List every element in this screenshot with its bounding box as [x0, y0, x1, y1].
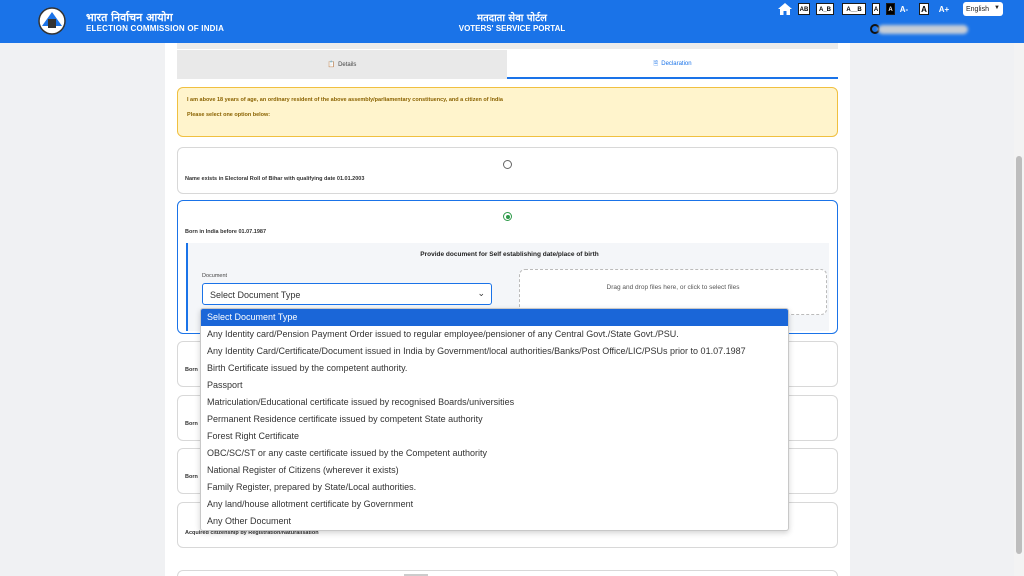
dropdown-option[interactable]: Any Identity card/Pension Payment Order … — [201, 326, 788, 343]
font-reset-button[interactable]: A — [919, 3, 929, 15]
contrast-light-button[interactable]: A — [872, 3, 880, 15]
tab-details-label: Details — [338, 61, 357, 68]
next-section-card — [177, 570, 838, 576]
font-spacing-small-button[interactable]: A_B — [816, 3, 834, 15]
option-label: Name exists in Electoral Roll of Bihar w… — [185, 176, 365, 182]
dropdown-option[interactable]: Any Identity Card/Certificate/Document i… — [201, 343, 788, 360]
option-radio-selected[interactable] — [503, 212, 512, 221]
site-header: भारत निर्वाचन आयोग ELECTION COMMISSION O… — [0, 0, 1024, 43]
option-label: Born — [185, 474, 198, 480]
home-icon[interactable] — [777, 2, 793, 16]
clipboard-icon: 📋 — [327, 62, 336, 68]
dropdown-option[interactable]: Passport — [201, 377, 788, 394]
option-radio[interactable] — [503, 160, 512, 169]
dropdown-option[interactable]: Select Document Type — [201, 309, 788, 326]
declaration-statement: I am above 18 years of age, an ordinary … — [187, 97, 503, 103]
user-account[interactable] — [870, 23, 970, 35]
language-select[interactable]: English ▼ — [963, 2, 1003, 16]
font-style-ab-button[interactable]: AB — [798, 3, 810, 15]
option-card-electoral-roll[interactable]: Name exists in Electoral Roll of Bihar w… — [177, 147, 838, 194]
language-label: English — [966, 5, 989, 13]
dropdown-option[interactable]: Forest Right Certificate — [201, 428, 788, 445]
font-decrease-button[interactable]: A- — [898, 3, 910, 15]
declaration-notice: I am above 18 years of age, an ordinary … — [177, 87, 838, 137]
document-type-dropdown[interactable]: Select Document Type Any Identity card/P… — [200, 308, 789, 531]
document-section-title: Provide document for Self establishing d… — [420, 251, 599, 258]
tab-declaration-label: Declaration — [661, 60, 692, 67]
dropdown-option[interactable]: Birth Certificate issued by the competen… — [201, 360, 788, 377]
chevron-down-icon: ⌄ — [477, 288, 485, 298]
dropdown-option[interactable]: National Register of Citizens (wherever … — [201, 462, 788, 479]
dropdown-option[interactable]: Permanent Residence certificate issued b… — [201, 411, 788, 428]
chevron-down-icon: ▼ — [994, 5, 1000, 11]
dropzone-text: Drag and drop files here, or click to se… — [606, 283, 740, 291]
option-label: Born — [185, 421, 198, 427]
document-icon: 🗎 — [653, 60, 659, 67]
option-label: Born in India before 01.07.1987 — [185, 229, 267, 235]
option-label: Born — [185, 367, 198, 373]
document-type-select[interactable]: Select Document Type ⌄ — [202, 283, 492, 305]
dropdown-option[interactable]: OBC/SC/ST or any caste certificate issue… — [201, 445, 788, 462]
dropdown-option[interactable]: Family Register, prepared by State/Local… — [201, 479, 788, 496]
dropdown-option[interactable]: Any Other Document — [201, 513, 788, 530]
page-scrollbar[interactable] — [1014, 43, 1024, 576]
portal-title-hindi: मतदाता सेवा पोर्टल — [477, 13, 547, 24]
tab-declaration[interactable]: 🗎 Declaration — [507, 50, 838, 79]
dropdown-option[interactable]: Matriculation/Educational certificate is… — [201, 394, 788, 411]
document-type-value: Select Document Type — [210, 290, 301, 300]
font-spacing-large-button[interactable]: A__B — [842, 3, 866, 15]
user-name-redacted — [878, 25, 968, 34]
contrast-dark-button[interactable]: A — [886, 3, 895, 15]
font-increase-button[interactable]: A+ — [936, 3, 952, 15]
tab-details[interactable]: 📋 Details — [177, 50, 507, 79]
declaration-instruction: Please select one option below: — [187, 112, 271, 118]
scrollbar-thumb[interactable] — [1016, 156, 1022, 554]
top-divider — [177, 43, 838, 49]
document-field-label: Document — [202, 273, 228, 279]
dropdown-option[interactable]: Any land/house allotment certificate by … — [201, 496, 788, 513]
